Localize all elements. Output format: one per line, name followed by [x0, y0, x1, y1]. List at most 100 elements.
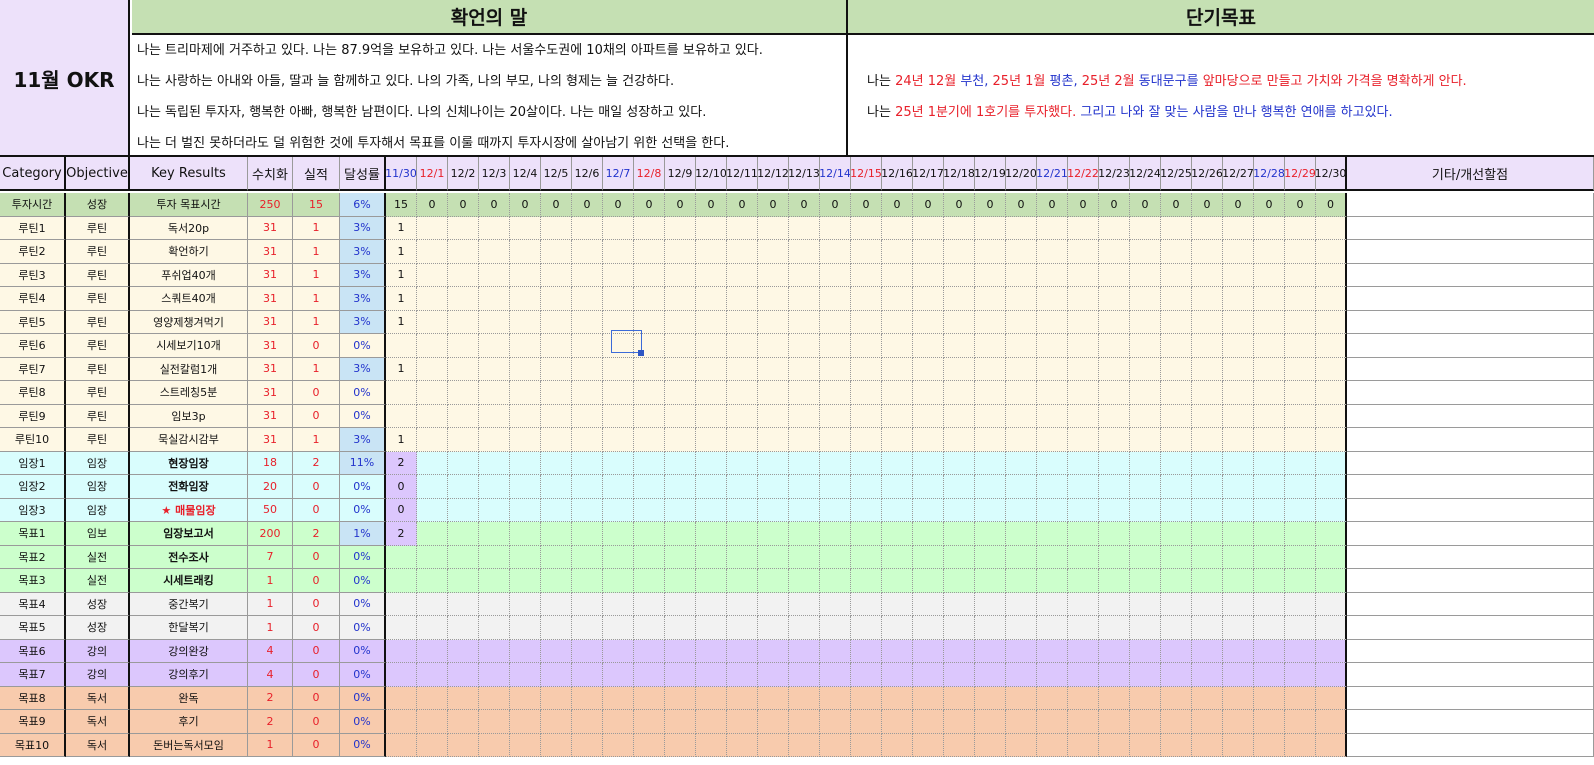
- objective-cell[interactable]: 루틴: [66, 240, 130, 264]
- day-cell[interactable]: [1316, 733, 1347, 757]
- day-cell[interactable]: [789, 710, 820, 734]
- day-cell[interactable]: [1254, 616, 1285, 640]
- day-cell[interactable]: [882, 428, 913, 452]
- day-cell[interactable]: [1161, 240, 1192, 264]
- day-cell[interactable]: [1006, 310, 1037, 334]
- day-cell[interactable]: [1099, 381, 1130, 405]
- day-cell[interactable]: [479, 404, 510, 428]
- objective-cell[interactable]: 루틴: [66, 216, 130, 240]
- day-cell[interactable]: [1285, 498, 1316, 522]
- day-cell[interactable]: [541, 663, 572, 687]
- key-result-cell[interactable]: 스트레칭5분: [130, 381, 248, 405]
- notes-cell[interactable]: [1347, 451, 1594, 475]
- day-cell[interactable]: [727, 428, 758, 452]
- day-cell[interactable]: [479, 733, 510, 757]
- day-cell[interactable]: [448, 287, 479, 311]
- day-cell[interactable]: [417, 404, 448, 428]
- key-result-cell[interactable]: 투자 목표시간: [130, 193, 248, 217]
- day-cell[interactable]: [1068, 240, 1099, 264]
- day-cell[interactable]: [603, 381, 634, 405]
- day-cell[interactable]: [1223, 616, 1254, 640]
- day-cell[interactable]: [882, 216, 913, 240]
- day-cell[interactable]: [479, 545, 510, 569]
- day-cell[interactable]: [944, 686, 975, 710]
- day-cell[interactable]: [944, 451, 975, 475]
- day-cell[interactable]: [634, 357, 665, 381]
- day-cell[interactable]: [417, 357, 448, 381]
- day-cell[interactable]: [1130, 663, 1161, 687]
- day-cell[interactable]: [1099, 451, 1130, 475]
- day-cell[interactable]: [913, 357, 944, 381]
- day-cell[interactable]: [1130, 569, 1161, 593]
- target-cell[interactable]: 31: [248, 240, 293, 264]
- day-cell[interactable]: [1006, 428, 1037, 452]
- key-result-cell[interactable]: 강의후기: [130, 663, 248, 687]
- day-cell[interactable]: [820, 639, 851, 663]
- day-cell[interactable]: [1192, 404, 1223, 428]
- day-cell[interactable]: [727, 686, 758, 710]
- key-result-cell[interactable]: 임장보고서: [130, 522, 248, 546]
- key-result-cell[interactable]: 시세트래킹: [130, 569, 248, 593]
- key-result-cell[interactable]: 시세보기10개: [130, 334, 248, 358]
- day-cell[interactable]: [944, 381, 975, 405]
- day-cell[interactable]: [913, 522, 944, 546]
- day-cell[interactable]: [634, 733, 665, 757]
- day-cell[interactable]: [820, 216, 851, 240]
- day-cell[interactable]: [727, 639, 758, 663]
- day-cell[interactable]: [1130, 545, 1161, 569]
- rate-cell[interactable]: 0%: [340, 616, 386, 640]
- okr-title-cell[interactable]: 11월 OKR: [0, 0, 130, 156]
- day-cell[interactable]: [1254, 310, 1285, 334]
- day-cell[interactable]: [1037, 733, 1068, 757]
- day-cell[interactable]: [820, 616, 851, 640]
- day-cell[interactable]: [510, 263, 541, 287]
- day-cell[interactable]: [1006, 545, 1037, 569]
- day-cell[interactable]: [758, 616, 789, 640]
- day-cell[interactable]: [944, 404, 975, 428]
- rate-cell[interactable]: 0%: [340, 569, 386, 593]
- day-cell[interactable]: [1316, 639, 1347, 663]
- day-cell[interactable]: [1316, 663, 1347, 687]
- rate-cell[interactable]: 0%: [340, 381, 386, 405]
- notes-cell[interactable]: [1347, 475, 1594, 499]
- day-cell[interactable]: [386, 404, 417, 428]
- day-cell[interactable]: [789, 357, 820, 381]
- rate-cell[interactable]: 11%: [340, 451, 386, 475]
- category-cell[interactable]: 루틴4: [0, 287, 66, 311]
- actual-cell[interactable]: 1: [293, 428, 340, 452]
- day-cell[interactable]: 0: [479, 193, 510, 217]
- day-cell[interactable]: [789, 287, 820, 311]
- day-cell[interactable]: [975, 639, 1006, 663]
- target-cell[interactable]: 1: [248, 616, 293, 640]
- day-cell[interactable]: [541, 545, 572, 569]
- day-cell[interactable]: [1037, 263, 1068, 287]
- day-cell[interactable]: 0: [1316, 193, 1347, 217]
- day-cell[interactable]: [479, 334, 510, 358]
- day-cell[interactable]: [572, 592, 603, 616]
- day-cell[interactable]: [541, 381, 572, 405]
- day-cell[interactable]: [1099, 310, 1130, 334]
- key-result-cell[interactable]: 전화임장: [130, 475, 248, 499]
- day-cell[interactable]: [727, 404, 758, 428]
- day-cell[interactable]: [1068, 616, 1099, 640]
- day-cell[interactable]: [634, 381, 665, 405]
- target-cell[interactable]: 250: [248, 193, 293, 217]
- day-cell[interactable]: [1006, 569, 1037, 593]
- day-cell[interactable]: [696, 263, 727, 287]
- day-cell[interactable]: [541, 263, 572, 287]
- day-cell[interactable]: [634, 663, 665, 687]
- day-cell[interactable]: [1006, 357, 1037, 381]
- day-cell[interactable]: [1006, 475, 1037, 499]
- day-cell[interactable]: [820, 310, 851, 334]
- day-cell[interactable]: [913, 334, 944, 358]
- header-date[interactable]: 12/7: [603, 157, 634, 191]
- target-cell[interactable]: 31: [248, 287, 293, 311]
- day-cell[interactable]: [1223, 216, 1254, 240]
- day-cell[interactable]: [1068, 498, 1099, 522]
- day-cell[interactable]: [1099, 522, 1130, 546]
- day-cell[interactable]: [1223, 522, 1254, 546]
- target-cell[interactable]: 31: [248, 428, 293, 452]
- day-cell[interactable]: [758, 545, 789, 569]
- category-cell[interactable]: 목표2: [0, 545, 66, 569]
- day-cell[interactable]: [851, 592, 882, 616]
